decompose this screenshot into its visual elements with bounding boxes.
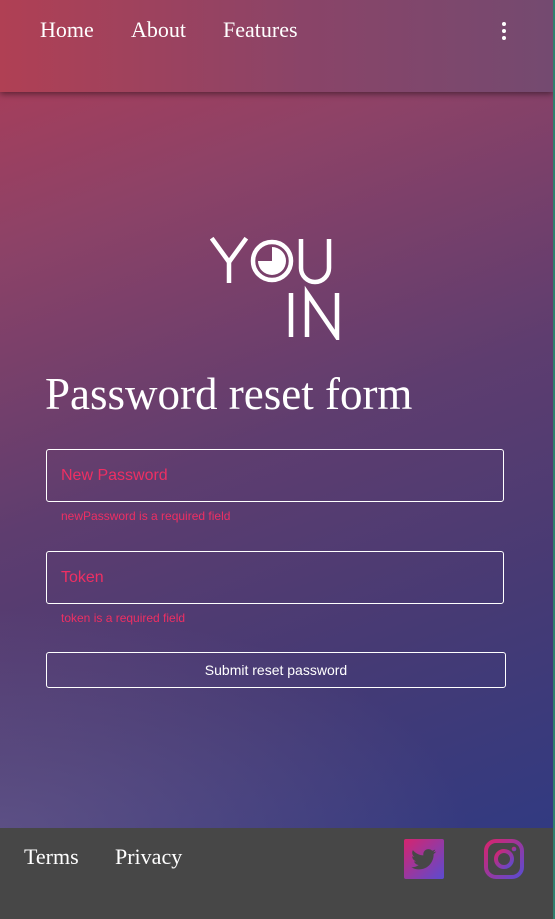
top-navbar: Home About Features: [0, 0, 553, 92]
instagram-icon[interactable]: [483, 838, 525, 880]
app-background: Home About Features Password reset form …: [0, 0, 553, 919]
new-password-field: [46, 449, 504, 502]
youin-logo: [210, 236, 340, 340]
nav-features-link[interactable]: Features: [223, 17, 298, 43]
new-password-input[interactable]: [47, 450, 503, 501]
token-field: [46, 551, 504, 604]
submit-reset-password-button[interactable]: Submit reset password: [46, 652, 506, 688]
footer: Terms Privacy: [0, 828, 553, 919]
token-input[interactable]: [47, 552, 503, 603]
new-password-error: newPassword is a required field: [61, 509, 231, 523]
kebab-menu-icon[interactable]: [498, 22, 510, 42]
footer-privacy-link[interactable]: Privacy: [115, 844, 182, 870]
twitter-icon[interactable]: [403, 838, 445, 880]
token-error: token is a required field: [61, 611, 186, 625]
nav-about-link[interactable]: About: [131, 17, 186, 43]
page-title: Password reset form: [45, 369, 413, 419]
footer-terms-link[interactable]: Terms: [24, 844, 79, 870]
nav-home-link[interactable]: Home: [40, 17, 94, 43]
